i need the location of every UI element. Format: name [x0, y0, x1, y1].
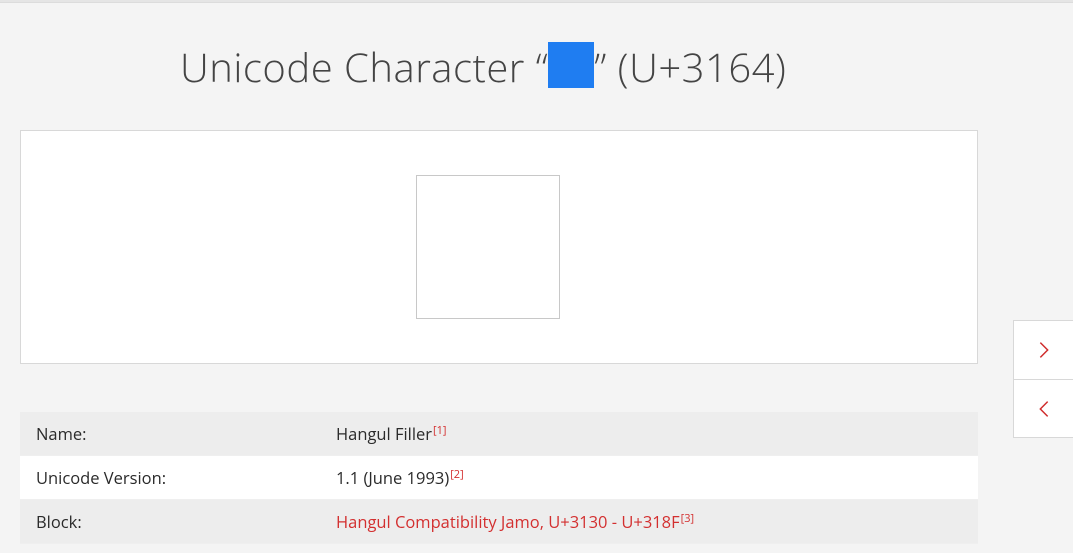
properties-table: Name: Hangul Filler[1] Unicode Version: …	[20, 412, 978, 544]
chevron-right-icon	[1033, 339, 1055, 361]
table-row: Unicode Version: 1.1 (June 1993)[2]	[20, 456, 978, 500]
selected-glyph-highlight	[548, 42, 594, 88]
prop-value-link[interactable]: Hangul Compatibility Jamo, U+3130 - U+31…	[336, 510, 694, 533]
glyph-preview-box	[416, 175, 560, 319]
prop-label: Unicode Version:	[36, 466, 336, 489]
chevron-left-icon	[1033, 398, 1055, 420]
prop-label: Block:	[36, 510, 336, 533]
reference-link[interactable]: [1]	[433, 423, 447, 438]
table-row: Name: Hangul Filler[1]	[20, 412, 978, 456]
prev-character-button[interactable]	[1014, 379, 1073, 437]
table-row: Block: Hangul Compatibility Jamo, U+3130…	[20, 500, 978, 544]
main-content: Unicode Character “ ” (U+3164) Name: Hang…	[20, 39, 978, 544]
title-suffix: ” (U+3164)	[594, 39, 786, 94]
side-nav	[1013, 320, 1073, 438]
character-preview-card	[20, 130, 978, 364]
title-prefix: Unicode Character “	[180, 39, 548, 94]
next-character-button[interactable]	[1014, 321, 1073, 379]
reference-link[interactable]: [3]	[681, 511, 695, 526]
page-title: Unicode Character “ ” (U+3164)	[20, 39, 978, 94]
prop-value: Hangul Filler[1]	[336, 422, 447, 445]
prop-label: Name:	[36, 422, 336, 445]
top-divider	[0, 0, 1073, 3]
prop-value: 1.1 (June 1993)[2]	[336, 466, 464, 489]
reference-link[interactable]: [2]	[450, 467, 464, 482]
